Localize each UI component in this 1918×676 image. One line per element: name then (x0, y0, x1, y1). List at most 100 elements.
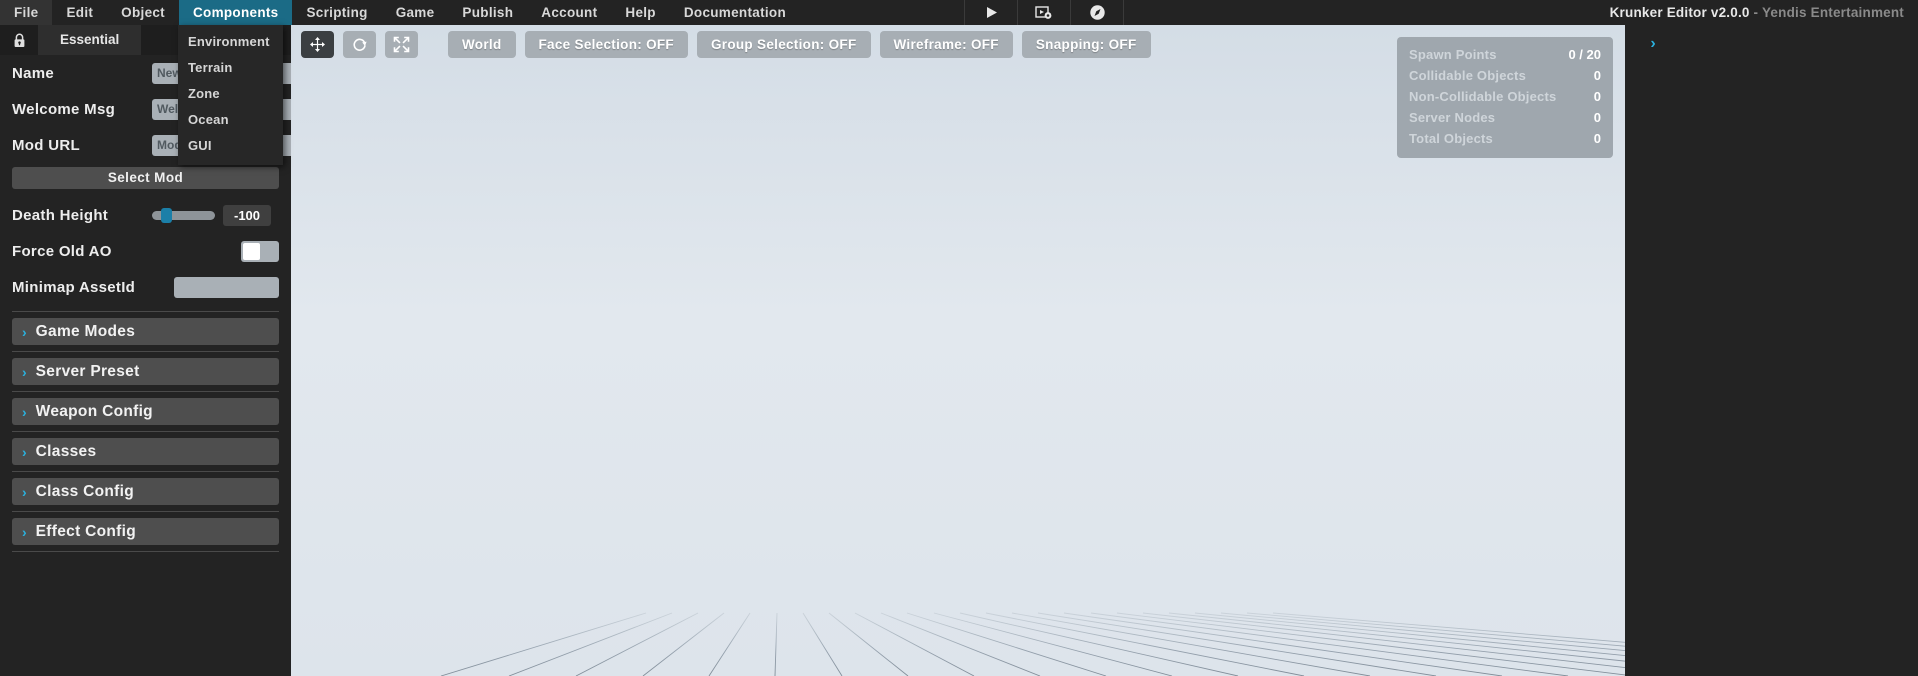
stat-label: Non-Collidable Objects (1409, 89, 1557, 104)
snapping-button[interactable]: Snapping: OFF (1021, 31, 1151, 58)
chevron-right-icon: › (22, 363, 27, 380)
section-divider (12, 351, 279, 352)
window-title-main: Krunker Editor v2.0.0 (1609, 5, 1750, 20)
chevron-right-icon: › (22, 443, 27, 460)
menu-bar: File Edit Object Components Scripting Ga… (0, 0, 1918, 25)
move-icon (310, 37, 325, 52)
menu-item-help[interactable]: Help (611, 0, 669, 25)
section-label: Effect Config (35, 522, 137, 540)
death-height-value[interactable]: -100 (223, 204, 271, 226)
dropdown-item-ocean[interactable]: Ocean (178, 107, 283, 133)
field-label-mod-url: Mod URL (12, 136, 80, 154)
section-divider (12, 311, 279, 312)
stat-label: Spawn Points (1409, 47, 1497, 62)
chevron-right-icon: › (22, 323, 27, 340)
section-divider (12, 471, 279, 472)
menu-item-file[interactable]: File (0, 0, 53, 25)
death-height-control: -100 (152, 204, 279, 226)
stat-row-non-collidable-objects: Non-Collidable Objects 0 (1409, 86, 1601, 107)
force-old-ao-toggle[interactable] (241, 240, 279, 262)
death-height-slider[interactable] (152, 207, 215, 223)
face-selection-button[interactable]: Face Selection: OFF (524, 31, 688, 58)
menu-item-documentation[interactable]: Documentation (670, 0, 800, 25)
section-server-preset[interactable]: › Server Preset (12, 358, 279, 385)
rotate-icon (353, 38, 367, 51)
stat-value: 0 (1593, 68, 1601, 83)
menu-item-object[interactable]: Object (107, 0, 179, 25)
menu-item-account[interactable]: Account (527, 0, 611, 25)
stat-row-spawn-points: Spawn Points 0 / 20 (1409, 44, 1601, 65)
group-selection-button[interactable]: Group Selection: OFF (696, 31, 871, 58)
menu-item-publish[interactable]: Publish (448, 0, 527, 25)
field-label-name: Name (12, 64, 55, 82)
toolbar-divider (1017, 0, 1019, 25)
field-row-death-height: Death Height -100 (0, 197, 291, 233)
record-settings-icon[interactable] (1022, 0, 1066, 25)
stat-value: 0 (1593, 110, 1601, 125)
window-title-sub: - Yendis Entertainment (1749, 5, 1904, 20)
field-label-minimap-assetid: Minimap AssetId (12, 278, 136, 296)
window-title: Krunker Editor v2.0.0 - Yendis Entertain… (1610, 0, 1904, 25)
stat-label: Total Objects (1409, 131, 1493, 146)
stat-row-server-nodes: Server Nodes 0 (1409, 107, 1601, 128)
section-divider (12, 431, 279, 432)
krunker-editor-window: File Edit Object Components Scripting Ga… (0, 0, 1918, 676)
section-divider (12, 551, 279, 552)
components-dropdown-menu: Environment Terrain Zone Ocean GUI (178, 25, 283, 165)
dropdown-item-terrain[interactable]: Terrain (178, 55, 283, 81)
field-label-welcome-msg: Welcome Msg (12, 100, 116, 118)
section-class-config[interactable]: › Class Config (12, 478, 279, 505)
chevron-right-icon: › (22, 523, 27, 540)
section-weapon-config[interactable]: › Weapon Config (12, 398, 279, 425)
rotate-tool[interactable] (343, 31, 376, 58)
stat-value: 0 (1593, 89, 1601, 104)
dropdown-item-environment[interactable]: Environment (178, 29, 283, 55)
menu-item-scripting[interactable]: Scripting (292, 0, 381, 25)
lock-icon[interactable] (0, 33, 38, 48)
toolbar-divider (964, 0, 966, 25)
wireframe-button[interactable]: Wireframe: OFF (879, 31, 1013, 58)
stat-row-collidable-objects: Collidable Objects 0 (1409, 65, 1601, 86)
move-tool[interactable] (301, 31, 334, 58)
stat-row-total-objects: Total Objects 0 (1409, 128, 1601, 149)
menu-item-components[interactable]: Components (178, 0, 293, 25)
section-effect-config[interactable]: › Effect Config (12, 518, 279, 545)
scene-stats-panel: Spawn Points 0 / 20 Collidable Objects 0… (1397, 37, 1613, 158)
right-sidebar: › (1625, 25, 1918, 676)
section-divider (12, 391, 279, 392)
field-label-force-old-ao: Force Old AO (12, 242, 112, 260)
minimap-assetid-input[interactable] (174, 276, 279, 298)
force-old-ao-toggle-knob (243, 242, 260, 260)
death-height-slider-knob[interactable] (161, 207, 172, 223)
section-classes[interactable]: › Classes (12, 438, 279, 465)
chevron-right-icon: › (22, 483, 27, 500)
menu-item-edit[interactable]: Edit (52, 0, 107, 25)
toolbar-divider (1070, 0, 1072, 25)
scale-icon (393, 36, 410, 53)
play-icon[interactable] (969, 0, 1013, 25)
section-game-modes[interactable]: › Game Modes (12, 318, 279, 345)
select-mod-button[interactable]: Select Mod (12, 167, 279, 189)
tab-essential[interactable]: Essential (38, 25, 142, 55)
section-label: Weapon Config (35, 402, 153, 420)
section-label: Class Config (35, 482, 135, 500)
field-row-force-old-ao: Force Old AO (0, 233, 291, 269)
section-divider (12, 511, 279, 512)
scale-tool[interactable] (385, 31, 418, 58)
stat-value: 0 (1593, 131, 1601, 146)
field-row-minimap-assetid: Minimap AssetId (0, 269, 291, 305)
dropdown-item-gui[interactable]: GUI (178, 133, 283, 159)
field-label-death-height: Death Height (12, 206, 109, 224)
section-label: Classes (35, 442, 97, 460)
section-label: Server Preset (35, 362, 140, 380)
compass-icon[interactable] (1075, 0, 1119, 25)
menu-item-game[interactable]: Game (382, 0, 449, 25)
dropdown-item-zone[interactable]: Zone (178, 81, 283, 107)
stat-value: 0 / 20 (1568, 47, 1601, 62)
section-label: Game Modes (35, 322, 136, 340)
stat-label: Server Nodes (1409, 110, 1496, 125)
expand-right-panel-button[interactable]: › (1635, 30, 1671, 58)
chevron-right-icon: › (22, 403, 27, 420)
viewport-toolbar: World Face Selection: OFF Group Selectio… (301, 31, 1151, 58)
world-space-button[interactable]: World (448, 31, 516, 58)
